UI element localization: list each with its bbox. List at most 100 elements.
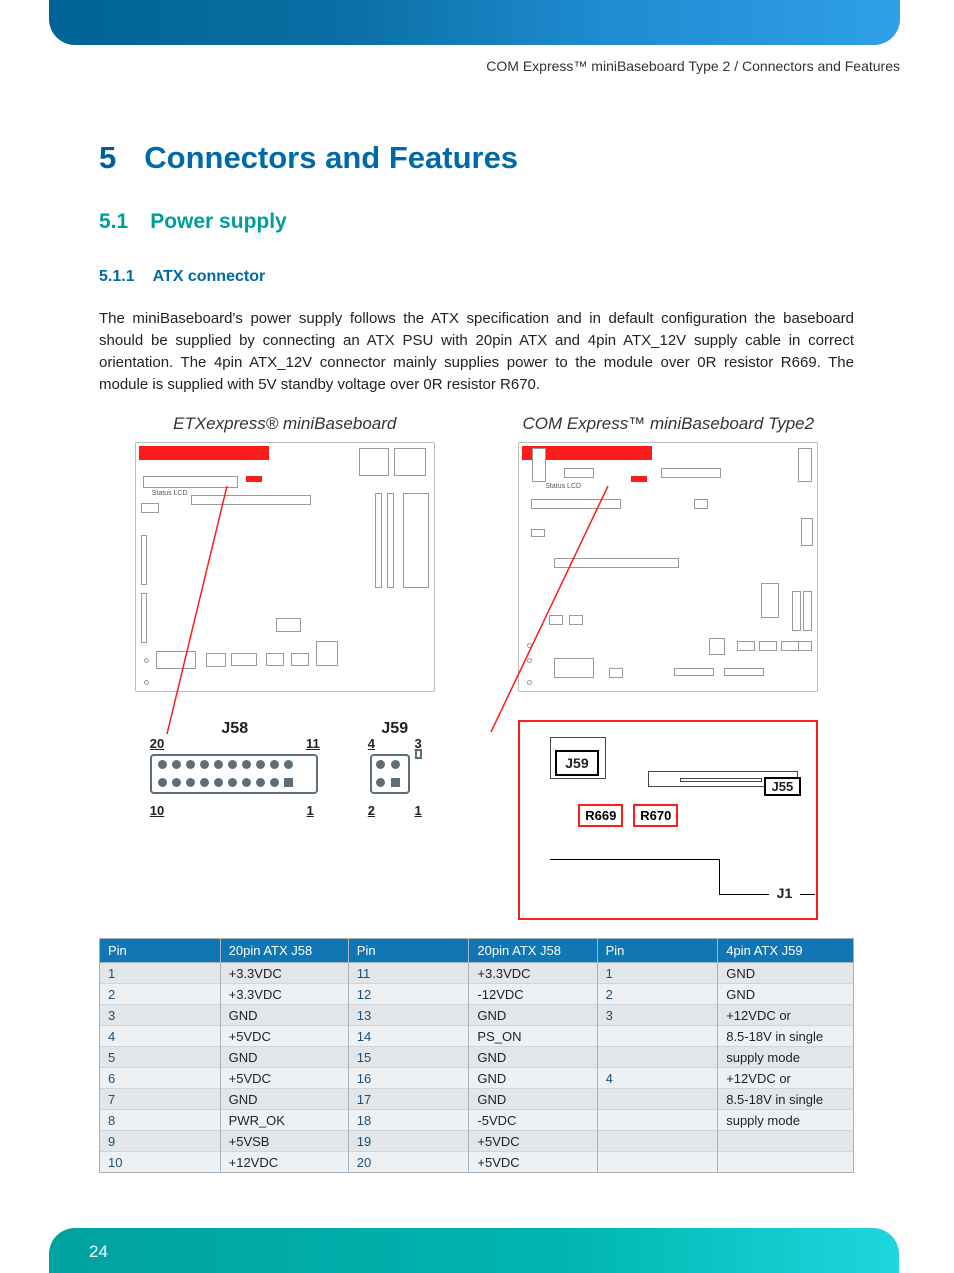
- table-cell: supply mode: [718, 1110, 854, 1131]
- table-cell: PWR_OK: [220, 1110, 348, 1131]
- table-cell: GND: [718, 963, 854, 984]
- heading-3-text: ATX connector: [153, 268, 266, 286]
- table-cell: [597, 1047, 718, 1068]
- power-detail-panel: J59 J55 R669 R670 J1: [518, 720, 818, 920]
- j58-pin-1: 1: [307, 803, 314, 818]
- table-cell: 8.5-18V in single: [718, 1026, 854, 1047]
- table-cell: +12VDC: [220, 1152, 348, 1173]
- j59-pin-4: 4: [368, 736, 375, 751]
- table-cell: +3.3VDC: [469, 963, 597, 984]
- j58-pin-11: 11: [306, 736, 320, 751]
- table-cell: 16: [348, 1068, 469, 1089]
- heading-1-number: 5: [99, 140, 116, 176]
- figure-row: ETXexpress® miniBaseboard Status LCD: [99, 414, 854, 920]
- table-cell: 1: [597, 963, 718, 984]
- page-number: 24: [89, 1242, 108, 1262]
- th-pin-b: Pin: [348, 939, 469, 963]
- table-cell: 3: [597, 1005, 718, 1026]
- table-cell: 4: [100, 1026, 221, 1047]
- paragraph-atx-intro: The miniBaseboard's power supply follows…: [99, 308, 854, 396]
- j59-label: J59: [370, 720, 420, 738]
- table-cell: +5VDC: [220, 1026, 348, 1047]
- bottom-footer-bar: [49, 1228, 899, 1273]
- table-cell: 8.5-18V in single: [718, 1089, 854, 1110]
- heading-2: 5.1 Power supply: [99, 210, 854, 234]
- breadcrumb: COM Express™ miniBaseboard Type 2 / Conn…: [49, 58, 900, 74]
- j58-pin-10: 10: [150, 803, 164, 818]
- table-cell: 13: [348, 1005, 469, 1026]
- table-cell: 11: [348, 963, 469, 984]
- table-cell: -5VDC: [469, 1110, 597, 1131]
- table-row: 7GND17GND8.5-18V in single: [100, 1089, 854, 1110]
- detail-label-j55: J55: [764, 777, 802, 796]
- j58-pin-20: 20: [150, 736, 164, 751]
- pin-assignment-table: Pin 20pin ATX J58 Pin 20pin ATX J58 Pin …: [99, 938, 854, 1173]
- table-row: 6+5VDC16GND4+12VDC or: [100, 1068, 854, 1089]
- table-cell: [597, 1089, 718, 1110]
- table-cell: GND: [220, 1089, 348, 1110]
- j58-label: J58: [150, 720, 320, 738]
- board-comexpress-diagram: Status LCD: [518, 442, 818, 692]
- table-header-row: Pin 20pin ATX J58 Pin 20pin ATX J58 Pin …: [100, 939, 854, 963]
- detail-label-r669: R669: [578, 804, 623, 827]
- table-cell: 7: [100, 1089, 221, 1110]
- table-cell: +5VDC: [469, 1131, 597, 1152]
- detail-label-j1: J1: [769, 882, 801, 904]
- table-cell: GND: [469, 1005, 597, 1026]
- j59-pin-2: 2: [368, 803, 375, 818]
- table-cell: 9: [100, 1131, 221, 1152]
- table-row: 9+5VSB19+5VDC: [100, 1131, 854, 1152]
- table-cell: [597, 1131, 718, 1152]
- table-cell: 14: [348, 1026, 469, 1047]
- th-j58-a: 20pin ATX J58: [220, 939, 348, 963]
- table-cell: 18: [348, 1110, 469, 1131]
- figure-left-column: ETXexpress® miniBaseboard Status LCD: [99, 414, 471, 920]
- heading-1-text: Connectors and Features: [144, 140, 518, 176]
- table-cell: +3.3VDC: [220, 963, 348, 984]
- table-cell: 19: [348, 1131, 469, 1152]
- th-j58-b: 20pin ATX J58: [469, 939, 597, 963]
- table-cell: GND: [718, 984, 854, 1005]
- table-cell: [718, 1152, 854, 1173]
- heading-2-text: Power supply: [150, 210, 287, 234]
- table-cell: 17: [348, 1089, 469, 1110]
- heading-2-number: 5.1: [99, 210, 128, 234]
- heading-1: 5 Connectors and Features: [99, 140, 854, 176]
- table-cell: [597, 1152, 718, 1173]
- table-cell: [597, 1110, 718, 1131]
- table-cell: GND: [469, 1089, 597, 1110]
- table-cell: +12VDC or: [718, 1005, 854, 1026]
- figure-left-title: ETXexpress® miniBaseboard: [173, 414, 396, 434]
- figure-right-title: COM Express™ miniBaseboard Type2: [522, 414, 814, 434]
- heading-3: 5.1.1 ATX connector: [99, 268, 854, 286]
- j59-pin-1: 1: [415, 803, 422, 818]
- table-cell: GND: [469, 1047, 597, 1068]
- th-pin-a: Pin: [100, 939, 221, 963]
- table-cell: GND: [220, 1005, 348, 1026]
- table-cell: supply mode: [718, 1047, 854, 1068]
- table-cell: 2: [100, 984, 221, 1005]
- j58-connector-diagram: J58 20 11 10 1: [150, 720, 320, 814]
- table-row: 1+3.3VDC11+3.3VDC1GND: [100, 963, 854, 984]
- table-row: 10+12VDC20+5VDC: [100, 1152, 854, 1173]
- table-cell: 5: [100, 1047, 221, 1068]
- table-cell: +5VDC: [469, 1152, 597, 1173]
- table-cell: 20: [348, 1152, 469, 1173]
- table-cell: 10: [100, 1152, 221, 1173]
- table-cell: +5VSB: [220, 1131, 348, 1152]
- th-j59: 4pin ATX J59: [718, 939, 854, 963]
- table-cell: 12: [348, 984, 469, 1005]
- table-cell: 1: [100, 963, 221, 984]
- table-cell: 6: [100, 1068, 221, 1089]
- atx-connector-diagrams: J58 20 11 10 1: [150, 720, 420, 814]
- th-pin-c: Pin: [597, 939, 718, 963]
- table-cell: 3: [100, 1005, 221, 1026]
- table-cell: GND: [220, 1047, 348, 1068]
- detail-label-r670: R670: [633, 804, 678, 827]
- table-row: 3GND13GND3+12VDC or: [100, 1005, 854, 1026]
- board-etxexpress-diagram: Status LCD: [135, 442, 435, 692]
- top-header-bar: [49, 0, 900, 45]
- table-cell: [597, 1026, 718, 1047]
- table-cell: 8: [100, 1110, 221, 1131]
- page-content: 5 Connectors and Features 5.1 Power supp…: [99, 140, 854, 1173]
